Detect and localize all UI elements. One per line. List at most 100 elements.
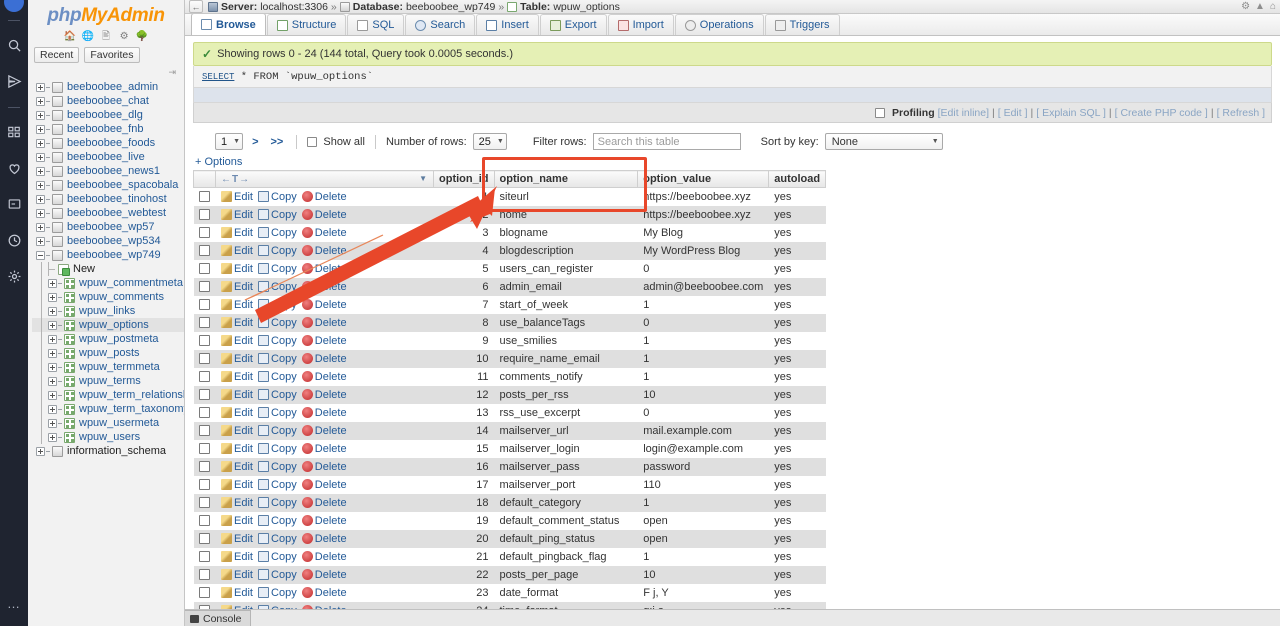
expand-toggle-icon[interactable] <box>36 446 45 456</box>
copy-row-link[interactable]: Copy <box>271 407 297 419</box>
table-row[interactable]: Edit Copy Delete 18 default_category 1 yes <box>193 493 826 512</box>
tab-search[interactable]: Search <box>405 14 476 35</box>
row-checkbox[interactable] <box>199 532 210 544</box>
copy-row-link[interactable]: Copy <box>271 425 297 437</box>
table-row[interactable]: Edit Copy Delete 11 comments_notify 1 yes <box>193 367 826 386</box>
sidebar-table-item-wpuw_links[interactable]: wpuw_links <box>32 304 184 318</box>
sql-query-display[interactable]: SELECT * FROM `wpuw_options` <box>193 66 1272 88</box>
edit-row-link[interactable]: Edit <box>234 461 253 473</box>
chevron-down-icon[interactable]: ▼ <box>419 174 427 183</box>
row-select-cell[interactable] <box>193 421 216 440</box>
expand-toggle-icon[interactable] <box>48 404 57 414</box>
column-header-autoload[interactable]: autoload <box>768 170 827 188</box>
delete-row-link[interactable]: Delete <box>315 551 347 563</box>
row-checkbox[interactable] <box>199 460 210 472</box>
table-row[interactable]: Edit Copy Delete 9 use_smilies 1 yes <box>193 331 826 350</box>
globe-icon[interactable]: 🌐 <box>81 30 94 43</box>
edit-row-link[interactable]: Edit <box>234 425 253 437</box>
breadcrumb-server[interactable]: Server: localhost:3306 <box>208 1 328 13</box>
sidebar-database-item[interactable]: beeboobee_wp57 <box>32 220 184 234</box>
sidebar-database-item[interactable]: beeboobee_webtest <box>32 206 184 220</box>
edit-row-link[interactable]: Edit <box>234 371 253 383</box>
row-checkbox[interactable] <box>199 496 210 508</box>
expand-toggle-icon[interactable] <box>48 348 57 358</box>
table-row[interactable]: Edit Copy Delete 19 default_comment_statu… <box>193 511 826 530</box>
sidebar-database-item[interactable]: beeboobee_foods <box>32 136 184 150</box>
phpmyadmin-logo[interactable]: phpMyAdmin <box>28 0 184 29</box>
edit-row-link[interactable]: Edit <box>234 443 253 455</box>
copy-row-link[interactable]: Copy <box>271 587 297 599</box>
tab-import[interactable]: Import <box>607 14 674 35</box>
tab-triggers[interactable]: Triggers <box>764 14 840 35</box>
edit-inline-link[interactable]: [Edit inline] <box>938 107 989 119</box>
row-checkbox[interactable] <box>199 370 210 382</box>
expand-toggle-icon[interactable] <box>48 432 57 442</box>
copy-row-link[interactable]: Copy <box>271 371 297 383</box>
table-row[interactable]: Edit Copy Delete 22 posts_per_page 10 yes <box>193 565 826 584</box>
row-checkbox[interactable] <box>199 298 210 310</box>
copy-row-link[interactable]: Copy <box>271 551 297 563</box>
row-checkbox[interactable] <box>199 442 210 454</box>
table-row[interactable]: Edit Copy Delete 16 mailserver_pass passwo… <box>193 457 826 476</box>
expand-toggle-icon[interactable] <box>48 418 57 428</box>
copy-row-link[interactable]: Copy <box>271 533 297 545</box>
delete-row-link[interactable]: Delete <box>315 389 347 401</box>
sidebar-table-item-wpuw_commentmeta[interactable]: wpuw_commentmeta <box>32 276 184 290</box>
tab-sql[interactable]: SQL <box>347 14 405 35</box>
row-select-cell[interactable] <box>193 583 216 602</box>
row-select-cell[interactable] <box>193 565 216 584</box>
expand-toggle-icon[interactable] <box>36 124 45 134</box>
heart-icon[interactable] <box>1 155 27 181</box>
last-page-button[interactable]: >> <box>268 136 287 148</box>
table-row[interactable]: Edit Copy Delete 7 start_of_week 1 yes <box>193 295 826 314</box>
copy-row-link[interactable]: Copy <box>271 497 297 509</box>
row-select-cell[interactable] <box>193 223 216 242</box>
expand-toggle-icon[interactable] <box>36 138 45 148</box>
column-header-option-id[interactable]: option_id <box>433 170 495 188</box>
table-row[interactable]: Edit Copy Delete 12 posts_per_rss 10 yes <box>193 385 826 404</box>
refresh-icon[interactable]: 🌳 <box>136 30 149 43</box>
column-header-option-name[interactable]: option_name <box>493 170 639 188</box>
sorter-header[interactable]: ←T→ ▼ <box>215 170 434 188</box>
expand-toggle-icon[interactable] <box>36 110 45 120</box>
row-checkbox[interactable] <box>199 244 210 256</box>
delete-row-link[interactable]: Delete <box>315 209 347 221</box>
table-row[interactable]: Edit Copy Delete 20 default_ping_status op… <box>193 529 826 548</box>
edit-row-link[interactable]: Edit <box>234 533 253 545</box>
show-all-checkbox[interactable] <box>307 136 318 147</box>
sidebar-database-item[interactable]: beeboobee_admin <box>32 80 184 94</box>
delete-row-link[interactable]: Delete <box>315 479 347 491</box>
delete-row-link[interactable]: Delete <box>315 335 347 347</box>
delete-row-link[interactable]: Delete <box>315 515 347 527</box>
sidebar-table-item-wpuw_postmeta[interactable]: wpuw_postmeta <box>32 332 184 346</box>
number-of-rows-select[interactable]: 25 ▼ <box>472 133 507 150</box>
table-row[interactable]: Edit Copy Delete 4 blogdescription My Word… <box>193 241 826 260</box>
row-select-cell[interactable] <box>193 439 216 458</box>
edit-row-link[interactable]: Edit <box>234 389 253 401</box>
copy-row-link[interactable]: Copy <box>271 353 297 365</box>
row-select-cell[interactable] <box>193 295 216 314</box>
favorites-button[interactable]: Favorites <box>84 47 140 63</box>
delete-row-link[interactable]: Delete <box>315 407 347 419</box>
delete-row-link[interactable]: Delete <box>315 263 347 275</box>
expand-toggle-icon[interactable] <box>36 180 45 190</box>
home-icon[interactable]: ⌂ <box>1270 1 1276 12</box>
edit-row-link[interactable]: Edit <box>234 551 253 563</box>
user-avatar[interactable] <box>4 0 24 12</box>
edit-row-link[interactable]: Edit <box>234 299 253 311</box>
page-number-select[interactable]: 1 ▼ <box>215 133 244 150</box>
copy-row-link[interactable]: Copy <box>271 209 297 221</box>
sidebar-database-item[interactable]: beeboobee_news1 <box>32 164 184 178</box>
sidebar-table-item-wpuw_options[interactable]: wpuw_options <box>32 318 184 332</box>
sidebar-table-item-wpuw_termmeta[interactable]: wpuw_termmeta <box>32 360 184 374</box>
expand-toggle-icon[interactable] <box>48 390 57 400</box>
expand-toggle-icon[interactable] <box>48 334 57 344</box>
expand-toggle-icon[interactable] <box>36 152 45 162</box>
edit-row-link[interactable]: Edit <box>234 209 253 221</box>
row-checkbox[interactable] <box>199 262 210 274</box>
tab-insert[interactable]: Insert <box>476 14 539 35</box>
row-checkbox[interactable] <box>199 478 210 490</box>
row-select-cell[interactable] <box>193 403 216 422</box>
explain-sql-link[interactable]: [ Explain SQL ] <box>1036 107 1106 119</box>
sidebar-database-item[interactable]: beeboobee_dlg <box>32 108 184 122</box>
